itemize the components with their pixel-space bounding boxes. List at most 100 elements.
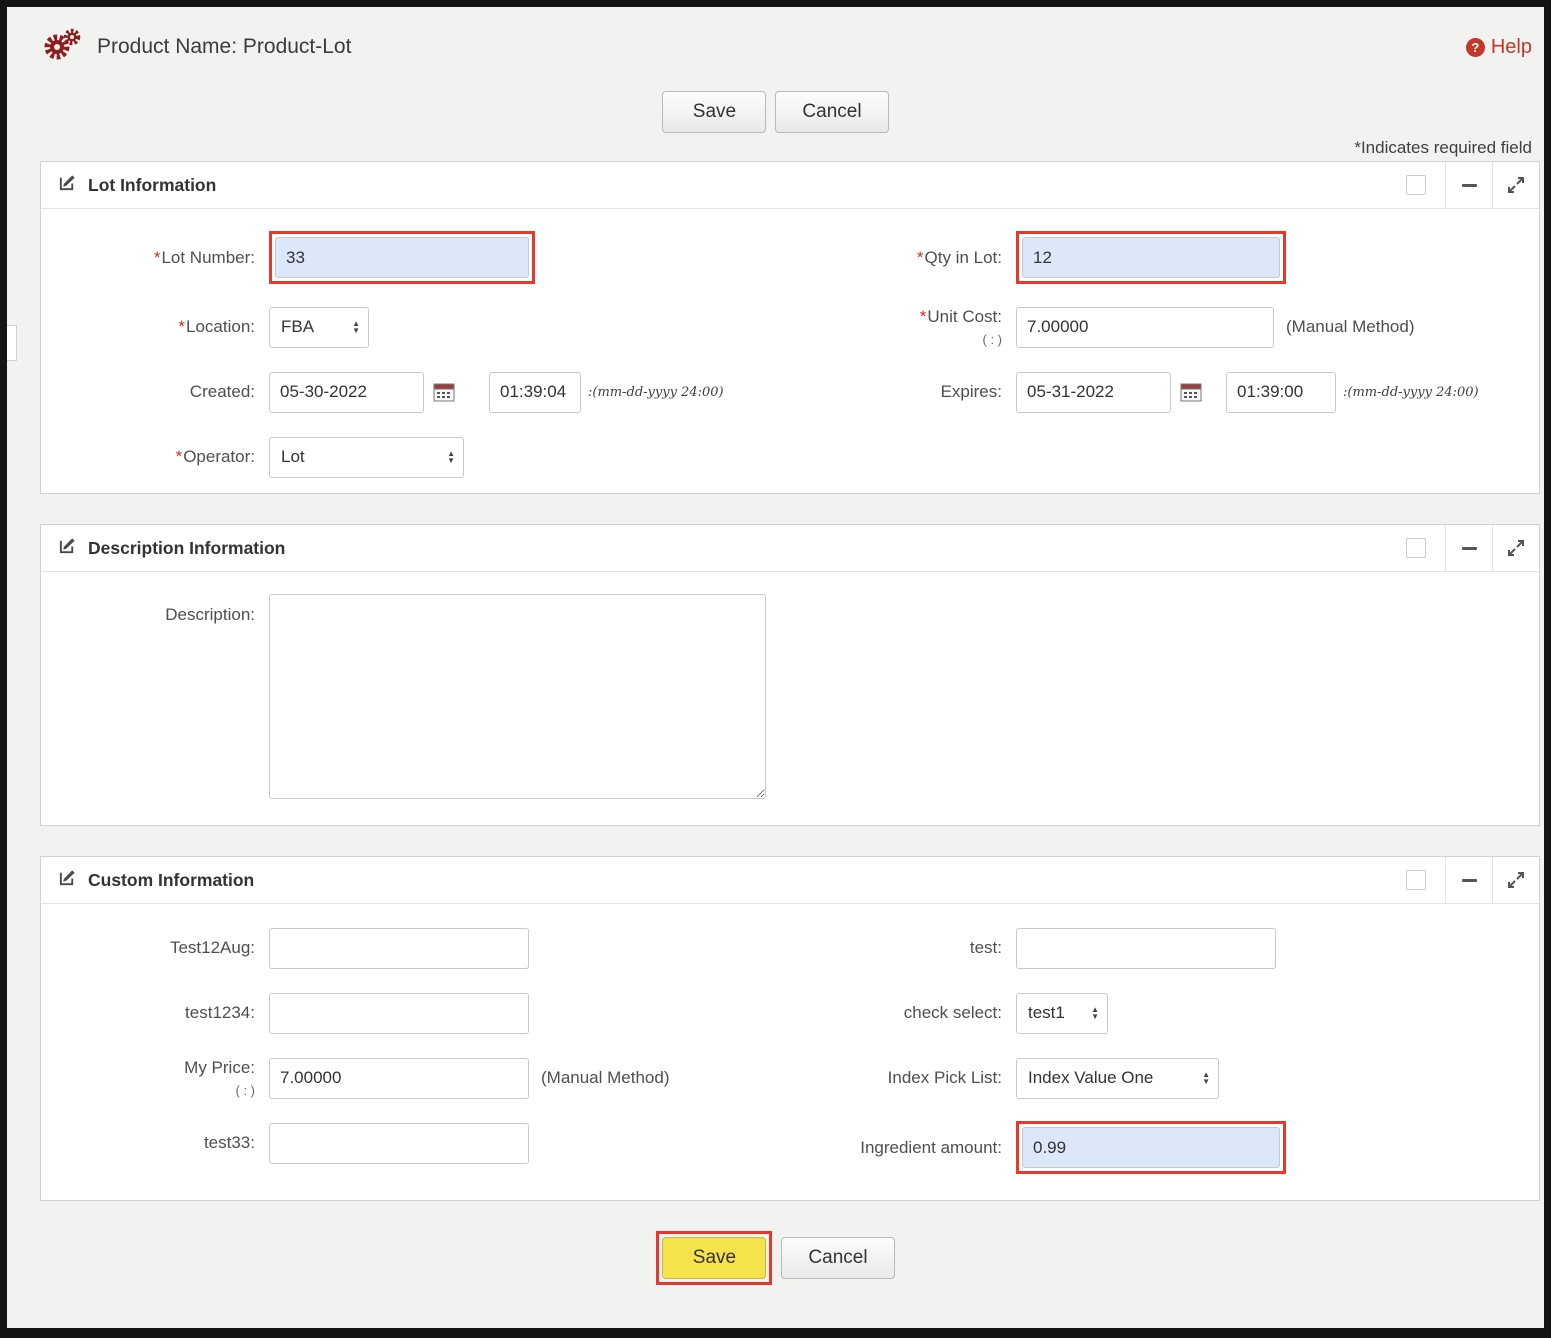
test1234-input[interactable] <box>269 992 529 1034</box>
annotation-box-qty <box>1016 231 1286 284</box>
custom-left-column: Test12Aug: test1234: My Price: ( : ) (Ma… <box>41 926 791 1174</box>
lot-right-column: *Qty in Lot: *Unit Cost: ( : ) (Manual M… <box>791 231 1539 479</box>
operator-label: *Operator: <box>175 447 255 467</box>
operator-row: *Operator: Lot ▲ ▼ <box>41 435 791 479</box>
test33-input[interactable] <box>269 1122 529 1164</box>
required-asterisk: * <box>919 306 927 326</box>
created-date-input[interactable] <box>269 371 424 413</box>
panel-select-checkbox[interactable] <box>1387 857 1445 903</box>
help-link[interactable]: ? Help <box>1465 35 1534 59</box>
unit-cost-method-text: (Manual Method) <box>1286 317 1415 336</box>
sidebar-collapse-handle[interactable] <box>7 325 17 361</box>
unit-cost-row: *Unit Cost: ( : ) (Manual Method) <box>791 305 1539 349</box>
lot-number-label: *Lot Number: <box>153 247 255 267</box>
edit-icon <box>58 536 77 560</box>
index-pick-list-select[interactable]: Index Value One ▲ ▼ <box>1016 1057 1219 1099</box>
cancel-button-bottom[interactable]: Cancel <box>781 1237 895 1279</box>
location-select[interactable]: FBA ▲ ▼ <box>269 306 369 348</box>
expires-time-input[interactable] <box>1226 371 1336 413</box>
check-select-row: check select: test1 ▲ ▼ <box>791 991 1539 1035</box>
test12aug-row: Test12Aug: <box>41 926 791 970</box>
expand-button[interactable] <box>1492 162 1539 208</box>
custom-information-panel: Custom Information Test12Aug: test1234: <box>40 856 1540 1201</box>
lot-information-title: Lot Information <box>88 174 217 195</box>
annotation-box-lot-number <box>269 231 535 284</box>
panel-select-checkbox[interactable] <box>1387 162 1445 208</box>
custom-right-column: test: check select: test1 ▲ ▼ Index Pick … <box>791 926 1539 1174</box>
check-select[interactable]: test1 ▲ ▼ <box>1016 992 1108 1034</box>
app-window: Product Name: Product-Lot ? Help Save Ca… <box>0 0 1551 1338</box>
index-pick-list-label: Index Pick List: <box>887 1068 1002 1088</box>
created-time-input[interactable] <box>489 371 581 413</box>
minus-icon <box>1461 878 1477 882</box>
expand-icon <box>1508 540 1524 556</box>
expires-row: Expires: :(mm-d <box>791 370 1539 414</box>
expand-icon <box>1508 177 1524 193</box>
required-field-note: *Indicates required field <box>1354 138 1532 157</box>
cancel-button-top[interactable]: Cancel <box>775 91 889 133</box>
edit-icon <box>58 868 77 892</box>
page-title: Product Name: Product-Lot <box>97 35 352 58</box>
gears-icon <box>41 27 83 68</box>
save-button-top[interactable]: Save <box>662 91 767 133</box>
save-button-bottom[interactable]: Save <box>662 1237 767 1279</box>
lot-number-input[interactable] <box>275 237 529 278</box>
title-bar: Product Name: Product-Lot ? Help <box>7 7 1544 71</box>
operator-select[interactable]: Lot ▲ ▼ <box>269 436 464 478</box>
location-row: *Location: FBA ▲ ▼ <box>41 305 791 349</box>
checkbox-icon <box>1406 870 1426 890</box>
collapse-button[interactable] <box>1445 857 1492 903</box>
description-label: Description: <box>165 605 255 624</box>
description-information-header: Description Information <box>41 525 1539 572</box>
test33-label: test33: <box>203 1133 255 1153</box>
test12aug-label: Test12Aug: <box>169 938 255 958</box>
panel-controls <box>1387 857 1539 903</box>
expand-icon <box>1508 872 1524 888</box>
checkbox-icon <box>1406 175 1426 195</box>
calendar-icon[interactable] <box>433 382 455 402</box>
unit-cost-sub-label: ( : ) <box>982 332 1003 347</box>
select-spinner-icon: ▲ ▼ <box>1091 1005 1099 1021</box>
minus-icon <box>1461 183 1477 187</box>
description-textarea[interactable] <box>269 594 766 799</box>
my-price-method-text: (Manual Method) <box>541 1068 670 1087</box>
check-select-label: check select: <box>903 1003 1002 1023</box>
test12aug-input[interactable] <box>269 927 529 969</box>
created-label: Created: <box>189 382 255 402</box>
unit-cost-input[interactable] <box>1016 306 1274 348</box>
expires-label: Expires: <box>940 382 1002 402</box>
collapse-button[interactable] <box>1445 525 1492 571</box>
help-label: Help <box>1490 35 1532 58</box>
collapse-button[interactable] <box>1445 162 1492 208</box>
select-spinner-icon: ▲ ▼ <box>447 449 455 465</box>
qty-in-lot-row: *Qty in Lot: <box>791 231 1539 284</box>
lot-information-header: Lot Information <box>41 162 1539 209</box>
custom-information-title: Custom Information <box>88 869 255 890</box>
my-price-input[interactable] <box>269 1057 529 1099</box>
test-input[interactable] <box>1016 927 1276 969</box>
custom-information-body: Test12Aug: test1234: My Price: ( : ) (Ma… <box>41 904 1539 1200</box>
my-price-sub-label: ( : ) <box>235 1083 256 1098</box>
created-format-hint: :(mm-dd-yyyy 24:00) <box>588 384 724 400</box>
required-asterisk: * <box>178 317 185 337</box>
qty-in-lot-input[interactable] <box>1022 237 1280 278</box>
test33-row: test33: <box>41 1121 791 1165</box>
qty-in-lot-label: *Qty in Lot: <box>916 247 1002 267</box>
edit-icon <box>58 173 77 197</box>
required-asterisk: * <box>175 447 183 467</box>
expand-button[interactable] <box>1492 857 1539 903</box>
description-information-body: Description: <box>41 572 1539 825</box>
panel-select-checkbox[interactable] <box>1387 525 1445 571</box>
annotation-box-ingredient <box>1016 1121 1286 1174</box>
my-price-label: My Price: ( : ) <box>184 1057 256 1098</box>
ingredient-amount-label: Ingredient amount: <box>860 1137 1002 1157</box>
lot-information-body: *Lot Number: *Location: FBA ▲▼ <box>41 209 1539 493</box>
description-information-title: Description Information <box>88 537 286 558</box>
calendar-icon[interactable] <box>1180 382 1202 402</box>
expand-button[interactable] <box>1492 525 1539 571</box>
ingredient-amount-input[interactable] <box>1022 1127 1280 1168</box>
created-row: Created: :(mm-d <box>41 370 791 414</box>
lot-number-row: *Lot Number: <box>41 231 791 284</box>
expires-date-input[interactable] <box>1016 371 1171 413</box>
help-icon: ? <box>1465 37 1485 57</box>
